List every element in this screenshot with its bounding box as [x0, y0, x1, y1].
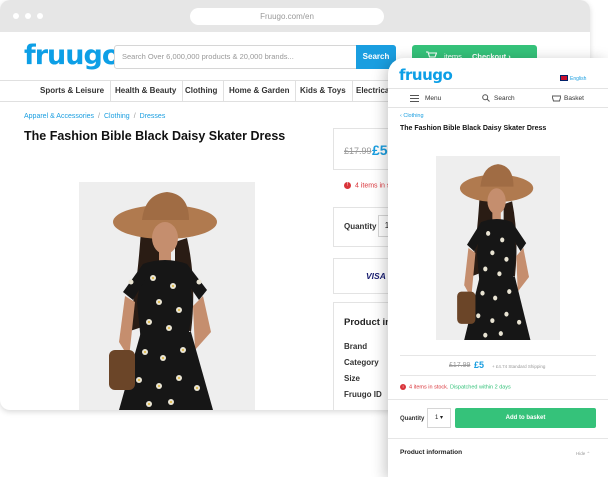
- back-link[interactable]: ‹ Clothing: [400, 113, 424, 119]
- mobile-stock-status: ! 4 items in stock. Dispatched within 2 d…: [400, 384, 511, 390]
- product-title: The Fashion Bible Black Daisy Skater Dre…: [24, 129, 286, 143]
- mobile-view: fruugo English Menu Search Basket ‹ Clot…: [388, 58, 608, 477]
- hide-toggle[interactable]: Hide ⌃: [576, 451, 590, 457]
- info-row-label: Brand: [344, 342, 368, 351]
- breadcrumb-separator: /: [133, 113, 136, 120]
- mobile-product-image[interactable]: [436, 156, 560, 340]
- breadcrumb-item[interactable]: Clothing: [104, 113, 130, 120]
- basket-icon: [551, 89, 562, 108]
- language-link[interactable]: English: [570, 76, 586, 82]
- breadcrumb-item[interactable]: Dresses: [140, 113, 166, 120]
- info-row-label: Category: [344, 358, 379, 367]
- alert-icon: !: [344, 182, 351, 189]
- menu-label[interactable]: Menu: [425, 89, 441, 108]
- mobile-sale-price: £5: [474, 360, 485, 370]
- add-to-basket-button[interactable]: Add to basket: [455, 408, 596, 428]
- category-health-beauty[interactable]: Health & Beauty: [109, 81, 184, 101]
- mobile-stock-text: 4 items in stock.: [409, 384, 449, 391]
- stage: Fruugo.com/en fruugo Search Over 6,000,0…: [0, 0, 608, 477]
- breadcrumb: Apparel & Accessories / Clothing / Dresses: [24, 113, 165, 120]
- divider: [400, 375, 596, 376]
- mobile-quantity-select[interactable]: 1 ▾: [427, 408, 451, 428]
- window-dot-icon[interactable]: [37, 13, 43, 19]
- site-logo[interactable]: fruugo: [24, 40, 120, 71]
- info-row-label: Fruugo ID: [344, 390, 382, 399]
- divider: [388, 438, 608, 439]
- breadcrumb-item[interactable]: Apparel & Accessories: [24, 113, 94, 120]
- category-clothing[interactable]: Clothing: [179, 81, 225, 101]
- breadcrumb-separator: /: [98, 113, 100, 120]
- mobile-quantity-label: Quantity: [400, 416, 425, 422]
- divider: [400, 355, 596, 356]
- mobile-nav: Menu Search Basket: [388, 88, 608, 108]
- divider: [388, 399, 608, 400]
- basket-label[interactable]: Basket: [564, 89, 584, 108]
- quantity-label: Quantity: [344, 222, 377, 231]
- search-icon: [482, 89, 490, 108]
- mobile-logo[interactable]: fruugo: [399, 66, 453, 84]
- old-price: £17.99: [344, 146, 372, 156]
- uk-flag-icon: [560, 75, 568, 81]
- product-information-toggle[interactable]: Product information: [400, 449, 462, 456]
- alert-icon: !: [400, 384, 406, 390]
- search-placeholder: Search Over 6,000,000 products & 20,000 …: [122, 52, 294, 61]
- search-input[interactable]: Search Over 6,000,000 products & 20,000 …: [114, 45, 396, 69]
- window-dot-icon[interactable]: [25, 13, 31, 19]
- category-sports-leisure[interactable]: Sports & Leisure: [34, 81, 112, 101]
- sale-price: £5: [372, 142, 388, 158]
- browser-chrome: Fruugo.com/en: [0, 0, 590, 32]
- mobile-product-title: The Fashion Bible Black Daisy Skater Dre…: [400, 125, 547, 132]
- shipping-cost: + £4.74 Standard Shipping: [492, 364, 546, 369]
- category-kids-toys[interactable]: Kids & Toys: [294, 81, 353, 101]
- info-row-label: Size: [344, 374, 361, 383]
- mobile-old-price: £17.99: [449, 362, 471, 369]
- address-bar[interactable]: Fruugo.com/en: [190, 8, 384, 25]
- product-image[interactable]: [79, 182, 255, 410]
- search-label[interactable]: Search: [494, 89, 515, 108]
- window-dot-icon[interactable]: [13, 13, 19, 19]
- menu-icon: [410, 89, 419, 108]
- dispatch-text: Dispatched within 2 days: [449, 384, 511, 391]
- category-home-garden[interactable]: Home & Garden: [223, 81, 297, 101]
- visa-logo: VISA: [366, 271, 386, 281]
